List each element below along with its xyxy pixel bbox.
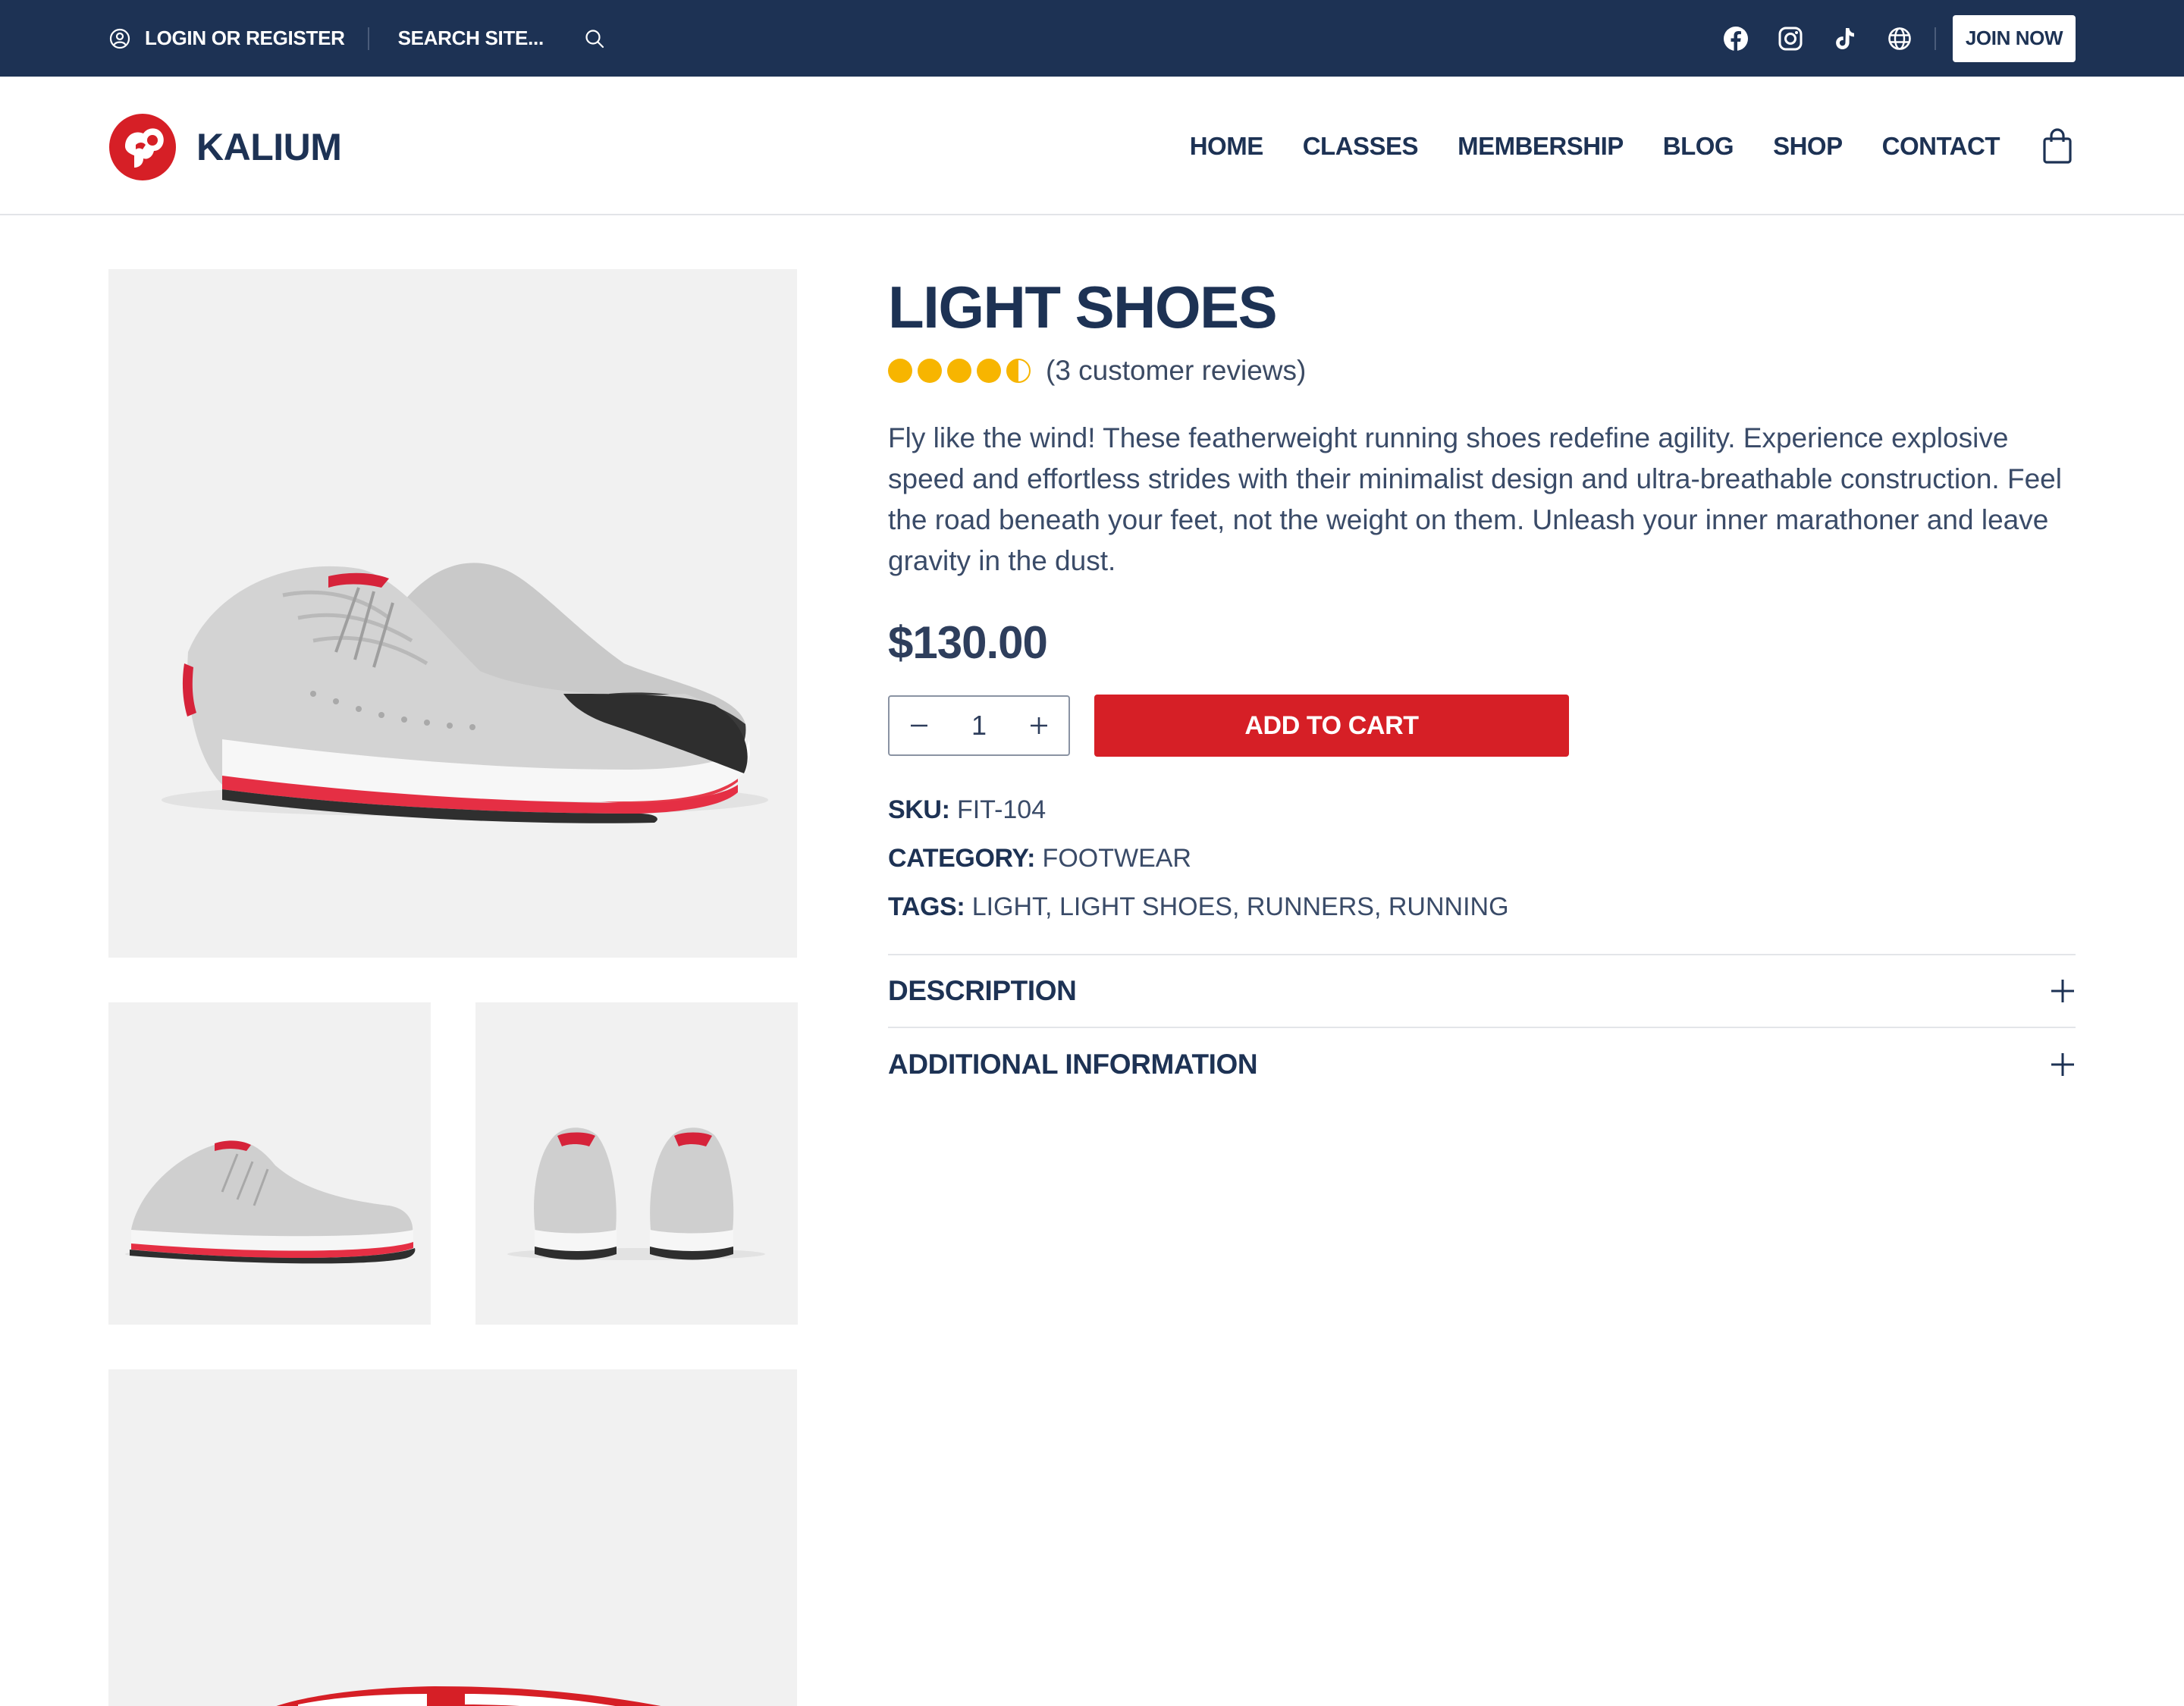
- user-icon[interactable]: [108, 27, 131, 50]
- nav-home[interactable]: HOME: [1190, 132, 1264, 161]
- product-meta: SKU: FIT-104 CATEGORY: FOOTWEAR TAGS: LI…: [888, 786, 2076, 931]
- logo-icon: [109, 114, 176, 180]
- product-main-image[interactable]: [108, 269, 797, 958]
- category-label: CATEGORY:: [888, 844, 1036, 873]
- tiktok-icon[interactable]: [1830, 24, 1860, 54]
- star-full-icon: [888, 359, 912, 383]
- search-input[interactable]: SEARCH SITE...: [398, 27, 544, 50]
- nav-blog[interactable]: BLOG: [1663, 132, 1734, 161]
- nav-shop[interactable]: SHOP: [1773, 132, 1843, 161]
- accordion-title: ADDITIONAL INFORMATION: [888, 1049, 1258, 1080]
- minus-icon[interactable]: [906, 713, 932, 739]
- plus-icon: [2050, 1052, 2076, 1077]
- top-bar-right: JOIN NOW: [1696, 0, 2076, 77]
- star-rating: [888, 359, 1036, 383]
- nav-classes[interactable]: CLASSES: [1303, 132, 1419, 161]
- logo-text: KALIUM: [196, 126, 342, 168]
- star-full-icon: [947, 359, 971, 383]
- product-short-description: Fly like the wind! These featherweight r…: [888, 422, 2062, 576]
- tags-row: TAGS: LIGHT, LIGHT SHOES, RUNNERS, RUNNI…: [888, 883, 2076, 931]
- product-thumbnail-side[interactable]: [108, 1002, 431, 1325]
- sku-label: SKU:: [888, 795, 950, 824]
- sku-value: FIT-104: [956, 795, 1046, 824]
- running-shoes-image: [162, 563, 768, 823]
- shopping-bag-icon[interactable]: [2039, 127, 2076, 166]
- shoe-sole-image: [276, 1686, 661, 1706]
- star-full-icon: [977, 359, 1001, 383]
- nav-membership[interactable]: MEMBERSHIP: [1458, 132, 1624, 161]
- login-register-link[interactable]: LOGIN OR REGISTER: [145, 27, 345, 50]
- category-link[interactable]: FOOTWEAR: [1043, 844, 1191, 873]
- quantity-stepper: 1: [888, 695, 1070, 756]
- accordion-title: DESCRIPTION: [888, 975, 1077, 1006]
- top-bar: LOGIN OR REGISTER SEARCH SITE... JOIN NO…: [0, 0, 2184, 77]
- top-bar-left: LOGIN OR REGISTER SEARCH SITE...: [108, 0, 606, 77]
- product-thumbnail-back[interactable]: [475, 1002, 798, 1325]
- nav-contact[interactable]: CONTACT: [1882, 132, 2000, 161]
- star-full-icon: [918, 359, 942, 383]
- reviews-link[interactable]: (3 customer reviews): [1046, 355, 1306, 387]
- divider: [367, 27, 369, 50]
- search-icon[interactable]: [583, 27, 606, 50]
- join-now-button[interactable]: JOIN NOW: [1953, 14, 2076, 62]
- site-header: KALIUM HOME CLASSES MEMBERSHIP BLOG SHOP…: [0, 77, 2184, 215]
- accordion-description[interactable]: DESCRIPTION: [888, 955, 2076, 1028]
- product-summary: LIGHT SHOES (3 customer reviews) Fly lik…: [888, 269, 2076, 1101]
- plus-icon[interactable]: [1026, 713, 1052, 739]
- tags-label: TAGS:: [888, 892, 965, 921]
- facebook-icon[interactable]: [1721, 24, 1751, 54]
- main-nav: HOME CLASSES MEMBERSHIP BLOG SHOP CONTAC…: [1150, 77, 2076, 215]
- site-logo[interactable]: KALIUM: [108, 113, 342, 181]
- shoe-side-image: [125, 1140, 416, 1264]
- accordion-additional-information[interactable]: ADDITIONAL INFORMATION: [888, 1028, 2076, 1101]
- shoe-back-image: [507, 1127, 765, 1260]
- quantity-input[interactable]: 1: [971, 710, 987, 742]
- add-to-cart-form: 1 ADD TO CART: [888, 695, 2076, 757]
- category-row: CATEGORY: FOOTWEAR: [888, 834, 2076, 883]
- product-price: $130.00: [888, 617, 1048, 668]
- divider: [1935, 27, 1936, 50]
- product-title: LIGHT SHOES: [888, 274, 1278, 340]
- add-to-cart-button[interactable]: ADD TO CART: [1094, 695, 1569, 757]
- instagram-icon[interactable]: [1775, 24, 1806, 54]
- sku-row: SKU: FIT-104: [888, 786, 2076, 834]
- product-rating: (3 customer reviews): [888, 354, 2076, 387]
- plus-icon: [2050, 978, 2076, 1004]
- product-tabs: DESCRIPTION ADDITIONAL INFORMATION: [888, 954, 2076, 1101]
- product-sole-image[interactable]: [108, 1369, 797, 1706]
- star-half-icon: [1006, 359, 1031, 383]
- globe-icon[interactable]: [1884, 24, 1915, 54]
- tags-links[interactable]: LIGHT, LIGHT SHOES, RUNNERS, RUNNING: [972, 892, 1509, 921]
